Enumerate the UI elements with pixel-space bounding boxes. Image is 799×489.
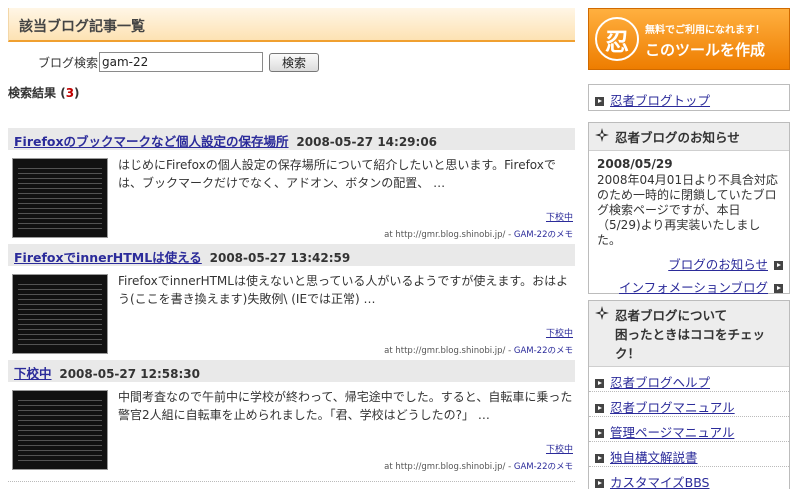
admin-manual-link[interactable]: 管理ページマニュアル — [610, 425, 734, 440]
entry-meta: at http://gmr.blog.shinobi.jp/ - GAM-22の… — [384, 460, 573, 472]
entry-excerpt: 中間考査なので午前中に学校が終わって、帰宅途中でした。すると、自転車に乗った警官… — [118, 390, 573, 422]
result-close: ) — [74, 86, 80, 100]
sidebar: 忍 無料でご利用になれます！ このツールを作成 忍者ブログトップ 忍者ブログのお… — [588, 8, 790, 489]
entry-excerpt: はじめにFirefoxの個人設定の保存場所について紹介したいと思います。Fire… — [118, 158, 556, 190]
entry-source: at http://gmr.blog.shinobi.jp/ - — [384, 462, 514, 472]
manual-link[interactable]: 忍者ブログマニュアル — [610, 400, 735, 415]
help-heading: 忍者ブログについて 困ったときはココをチェック！ — [589, 301, 789, 367]
entry-category-link[interactable]: 下校中 — [546, 326, 573, 339]
entry-author-link[interactable]: GAM-22のメモ — [514, 230, 573, 240]
result-open: ( — [56, 86, 66, 100]
customize-bbs-link[interactable]: カスタマイズBBS — [610, 475, 710, 489]
entry-date: 2008-05-27 14:29:06 — [296, 135, 438, 149]
info-blog-link[interactable]: インフォメーションブログ — [619, 280, 768, 295]
entry-thumbnail[interactable] — [12, 274, 108, 354]
news-box: 忍者ブログのお知らせ 2008/05/29 2008年04月01日より不具合対応… — [588, 122, 790, 295]
help-box: 忍者ブログについて 困ったときはココをチェック！ 忍者ブログヘルプ 忍者ブログマ… — [588, 300, 790, 489]
syntax-guide-link[interactable]: 独自構文解説書 — [610, 450, 698, 465]
arrow-right-icon — [595, 404, 604, 413]
search-input[interactable] — [99, 52, 264, 72]
entry-category-link[interactable]: 下校中 — [546, 442, 573, 455]
help-heading-line1: 忍者ブログについて — [615, 308, 728, 323]
main-content: 該当ブログ記事一覧 ブログ検索 検索 検索結果 (3) Firefoxのブックマ… — [8, 8, 575, 482]
entry-title-link[interactable]: Firefoxのブックマークなど個人設定の保存場所 — [14, 134, 289, 149]
blog-news-link[interactable]: ブログのお知らせ — [668, 257, 768, 272]
entry-title-link[interactable]: 下校中 — [14, 366, 52, 381]
entry-author-link[interactable]: GAM-22のメモ — [514, 462, 573, 472]
sidebar-item-blog-news[interactable]: ブログのお知らせ — [589, 252, 789, 275]
search-button[interactable]: 検索 — [269, 52, 320, 72]
news-heading-text: 忍者ブログのお知らせ — [615, 130, 740, 145]
entry-item: FirefoxでinnerHTMLは使える 2008-05-27 13:42:5… — [8, 244, 575, 366]
sidebar-item-info-blog[interactable]: インフォメーションブログ — [589, 275, 789, 298]
entry-source: at http://gmr.blog.shinobi.jp/ - — [384, 346, 514, 356]
arrow-right-icon — [595, 379, 604, 388]
entry-title-link[interactable]: FirefoxでinnerHTMLは使える — [14, 250, 202, 265]
entry-title-bar: FirefoxでinnerHTMLは使える 2008-05-27 13:42:5… — [8, 244, 575, 266]
news-date: 2008/05/29 — [597, 157, 673, 171]
news-text: 2008年04月01日より不具合対応のため一時的に閉鎖していたブログ検索ページで… — [597, 173, 778, 247]
thumbnail-image — [18, 164, 102, 232]
sidebar-item-syntax-guide[interactable]: 独自構文解説書 — [589, 442, 789, 467]
arrow-right-icon — [595, 429, 604, 438]
result-label: 検索結果 — [8, 86, 57, 100]
entry-meta: at http://gmr.blog.shinobi.jp/ - GAM-22の… — [384, 228, 573, 240]
entry-title-bar: 下校中 2008-05-27 12:58:30 — [8, 360, 575, 382]
entry-thumbnail[interactable] — [12, 390, 108, 470]
arrow-right-icon — [595, 454, 604, 463]
sidebar-item-manual[interactable]: 忍者ブログマニュアル — [589, 392, 789, 417]
entry-date: 2008-05-27 12:58:30 — [59, 367, 200, 381]
ninja-logo-icon: 忍 — [595, 17, 639, 61]
entry-author-link[interactable]: GAM-22のメモ — [514, 346, 573, 356]
arrow-right-icon — [595, 97, 604, 106]
entry-body: はじめにFirefoxの個人設定の保存場所について紹介したいと思います。Fire… — [8, 150, 575, 250]
sidebar-item-customize-bbs[interactable]: カスタマイズBBS — [589, 467, 789, 489]
entry-body: FirefoxでinnerHTMLは使えないと思っている人がいるようですが使えま… — [8, 266, 575, 366]
entry-source: at http://gmr.blog.shinobi.jp/ - — [384, 230, 514, 240]
result-count: 3 — [65, 86, 75, 100]
help-heading-text: 忍者ブログについて 困ったときはココをチェック！ — [615, 305, 783, 362]
sidebar-item-blog-top[interactable]: 忍者ブログトップ — [589, 85, 789, 110]
entry-category-link[interactable]: 下校中 — [546, 210, 573, 223]
search-label: ブログ検索 — [38, 55, 99, 70]
arrow-right-icon — [774, 261, 783, 270]
help-heading-line2: 困ったときはココをチェック！ — [615, 327, 766, 361]
entry-date: 2008-05-27 13:42:59 — [209, 251, 351, 265]
top-link-box: 忍者ブログトップ — [588, 84, 790, 111]
arrow-right-icon — [774, 284, 783, 293]
sidebar-item-help[interactable]: 忍者ブログヘルプ — [589, 367, 789, 392]
search-form: ブログ検索 検索 — [38, 52, 320, 72]
thumbnail-image — [18, 280, 102, 348]
page-title: 該当ブログ記事一覧 — [8, 8, 575, 42]
thumbnail-image — [18, 396, 102, 464]
sidebar-item-admin-manual[interactable]: 管理ページマニュアル — [589, 417, 789, 442]
shuriken-icon — [595, 128, 609, 142]
entry-item: Firefoxのブックマークなど個人設定の保存場所 2008-05-27 14:… — [8, 128, 575, 250]
entry-title-bar: Firefoxのブックマークなど個人設定の保存場所 2008-05-27 14:… — [8, 128, 575, 150]
entry-excerpt: FirefoxでinnerHTMLは使えないと思っている人がいるようですが使えま… — [118, 274, 569, 306]
entry-body: 中間考査なので午前中に学校が終わって、帰宅途中でした。すると、自転車に乗った警官… — [8, 382, 575, 482]
banner-tagline: 無料でご利用になれます！ — [645, 25, 765, 36]
news-heading: 忍者ブログのお知らせ — [589, 123, 789, 151]
entry-thumbnail[interactable] — [12, 158, 108, 238]
shuriken-icon — [595, 306, 609, 320]
create-tool-banner[interactable]: 忍 無料でご利用になれます！ このツールを作成 — [588, 8, 790, 70]
help-link[interactable]: 忍者ブログヘルプ — [610, 375, 710, 390]
banner-title: このツールを作成 — [645, 41, 766, 59]
blog-top-link[interactable]: 忍者ブログトップ — [610, 93, 710, 108]
entry-item: 下校中 2008-05-27 12:58:30 中間考査なので午前中に学校が終わ… — [8, 360, 575, 482]
entry-meta: at http://gmr.blog.shinobi.jp/ - GAM-22の… — [384, 344, 573, 356]
arrow-right-icon — [595, 479, 604, 488]
result-summary: 検索結果 (3) — [8, 84, 80, 101]
